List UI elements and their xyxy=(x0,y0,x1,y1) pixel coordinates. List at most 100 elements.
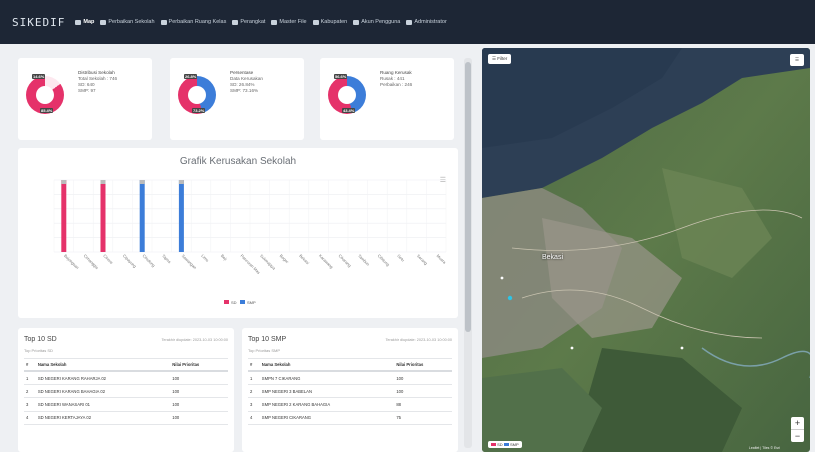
tools-icon xyxy=(160,19,167,25)
nav-label: Master File xyxy=(279,19,307,25)
donut-label-a: 56.6% xyxy=(334,74,348,79)
building-icon xyxy=(312,19,319,25)
tools-icon xyxy=(100,19,107,25)
map-legend: SD SMP xyxy=(488,441,522,448)
donut-label-b: 85.4% xyxy=(40,108,54,113)
x-tick-label: Tambun xyxy=(357,253,371,267)
x-tick-label: Sawangan xyxy=(181,253,198,270)
map-panel[interactable]: ☰ Filter ☰ Bekasi + − SD SMP Leaflet | T… xyxy=(482,48,810,452)
table-cell: 100 xyxy=(170,371,228,386)
nav-label: Perbaikan Ruang Kelas xyxy=(168,19,227,25)
table-cell: SMP NEGERI 2 KARANG BAHAGIA xyxy=(259,397,395,412)
table-cell: 100 xyxy=(394,371,452,386)
x-tick-label: Muara xyxy=(435,253,447,265)
table-row[interactable]: 2 SD NEGERI KARANG BAHAGIA 02 100 xyxy=(24,384,228,399)
table-row[interactable]: 3 SMP NEGERI 2 KARANG BAHAGIA 88 xyxy=(248,397,452,412)
donut-label-b: 43.4% xyxy=(342,108,356,113)
nav-item-administrator[interactable]: Administrator xyxy=(406,19,447,25)
table-cell: 4 xyxy=(24,411,36,425)
map-attribution[interactable]: Leaflet | Tiles © Esri xyxy=(749,446,780,450)
table-cell: 2 xyxy=(248,384,260,399)
table-cell: SD NEGERI KARANG RAHARJA 02 xyxy=(35,371,171,386)
stat-card: 56.6% 43.4% Ruang Kerusak Rusak : 441 Perbai… xyxy=(320,58,454,140)
nav-label: Perbaikan Sekolah xyxy=(108,19,155,25)
table-row[interactable]: 4 SD NEGERI KERTAJAYA 02 100 xyxy=(24,411,228,425)
nav-item-map[interactable]: Map xyxy=(75,19,94,25)
table-row[interactable]: 2 SMP NEGERI 3 BABELAN 100 xyxy=(248,384,452,399)
table-cell: 1 xyxy=(248,371,260,386)
table-header[interactable]: Nama Sekolah xyxy=(35,358,171,372)
table-subtitle: Top Prioritas SMP xyxy=(248,348,281,353)
table-subtitle: Top Prioritas SD xyxy=(24,348,53,353)
table-header[interactable]: # xyxy=(248,358,260,372)
table-row[interactable]: 3 SD NEGERI WANASARI 01 100 xyxy=(24,397,228,412)
table-cell: 100 xyxy=(394,384,452,399)
file-icon xyxy=(271,19,278,25)
layers-icon[interactable]: ☰ xyxy=(790,54,804,66)
bar-data-label xyxy=(139,180,145,184)
main-nav: Map Perbaikan Sekolah Perbaikan Ruang Kela… xyxy=(75,19,447,25)
nav-item-perangkat[interactable]: Perangkat xyxy=(232,19,265,25)
table-cell: 75 xyxy=(394,411,452,425)
bar-smp[interactable] xyxy=(139,180,145,252)
nav-label: Map xyxy=(83,19,95,25)
stat-line: SMP: 73.16% xyxy=(230,88,259,93)
stat-text: Distribusi Sekolah Total Sekolah : 746 SD:… xyxy=(78,70,117,94)
legend-swatch[interactable] xyxy=(224,300,229,304)
main-content: Grafik Kerusakan Sekolah ☰ Bojongsari Cim… xyxy=(0,44,815,452)
table-header[interactable]: Nilai Prioritas xyxy=(394,358,452,372)
bar-smp[interactable] xyxy=(178,180,184,252)
satellite-map[interactable] xyxy=(482,48,810,452)
ranking-table: # Nama Sekolah Nilai Prioritas 1 SMPN 7 CIKA… xyxy=(248,358,452,425)
legend-label[interactable]: SD xyxy=(231,300,237,305)
nav-item-kabupaten[interactable]: Kabupaten xyxy=(312,19,348,25)
scrollbar-thumb[interactable] xyxy=(465,62,471,332)
table-cell: 88 xyxy=(394,397,452,412)
table-cell: SD NEGERI KARANG BAHAGIA 02 xyxy=(35,384,171,399)
table-row[interactable]: 4 SMP NEGERI CIKARANG 75 xyxy=(248,411,452,425)
nav-label: Administrator xyxy=(414,19,447,25)
zoom-out-button[interactable]: − xyxy=(791,429,804,442)
bar-sd[interactable] xyxy=(100,180,106,252)
zoom-control: + − xyxy=(791,417,804,442)
map-filter-button[interactable]: ☰ Filter xyxy=(488,54,512,64)
donut-label-b: 73.2% xyxy=(192,108,206,113)
nav-item-perbaikan-ruang-kelas[interactable]: Perbaikan Ruang Kelas xyxy=(160,19,227,25)
table-row[interactable]: 1 SMPN 7 CIKARANG 100 xyxy=(248,371,452,386)
x-tick-label: Beji xyxy=(220,253,228,261)
users-icon xyxy=(353,19,360,25)
table-row[interactable]: 1 SD NEGERI KARANG RAHARJA 02 100 xyxy=(24,371,228,386)
bar-data-label xyxy=(178,180,184,184)
table-cell: SMPN 7 CIKARANG xyxy=(259,371,395,386)
nav-label: Kabupaten xyxy=(320,19,348,25)
nav-label: Akun Pengguna xyxy=(361,19,401,25)
table-updated: Terakhir diupdate: 2023-10-03 10:00:00 xyxy=(161,338,229,342)
nav-item-akun-pengguna[interactable]: Akun Pengguna xyxy=(353,19,400,25)
dashboard-panel: Grafik Kerusakan Sekolah ☰ Bojongsari Cim… xyxy=(18,54,458,452)
stat-line: SMP: 97 xyxy=(78,88,96,93)
table-cell: 3 xyxy=(24,397,36,412)
table-header[interactable]: Nilai Prioritas xyxy=(170,358,228,372)
bar-sd[interactable] xyxy=(61,180,67,252)
x-tick-label: Serang xyxy=(416,253,429,266)
brand-logo[interactable]: SIKEDIF xyxy=(12,16,65,29)
map-filter-label: Filter xyxy=(497,56,508,61)
x-tick-label: Cikarang xyxy=(337,253,352,268)
x-tick-label: Pancoran Mas xyxy=(239,253,261,275)
table-cell: SD NEGERI WANASARI 01 xyxy=(35,397,171,412)
device-icon xyxy=(232,19,239,25)
x-tick-label: Bekasi xyxy=(298,253,310,265)
legend-label[interactable]: SMP xyxy=(247,300,256,305)
nav-item-perbaikan-sekolah[interactable]: Perbaikan Sekolah xyxy=(100,19,155,25)
x-tick-label: Cilodong xyxy=(141,253,156,268)
nav-item-master-file[interactable]: Master File xyxy=(271,19,307,25)
zoom-in-button[interactable]: + xyxy=(791,417,804,429)
table-title: Top 10 SMP xyxy=(248,336,287,343)
table-header[interactable]: # xyxy=(24,358,36,372)
x-tick-label: Tapos xyxy=(161,253,172,264)
legend-swatch[interactable] xyxy=(240,300,245,304)
table-header[interactable]: Nama Sekolah xyxy=(259,358,395,372)
table-cell: 100 xyxy=(170,411,228,425)
stat-text: Persentase Data Kerusakan SD: 26.84% SMP: 7… xyxy=(230,70,263,94)
page-scrollbar[interactable] xyxy=(464,58,472,448)
